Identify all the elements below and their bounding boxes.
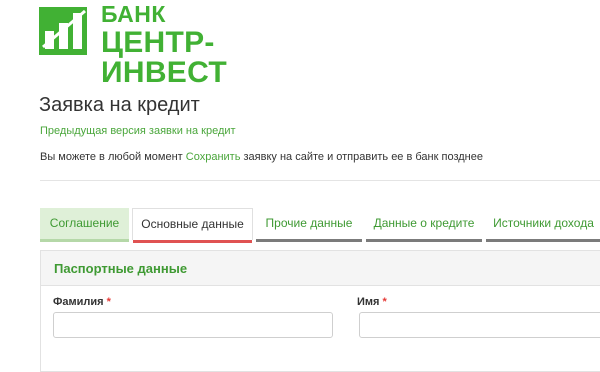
panel-header: Паспортные данные <box>41 251 600 286</box>
divider <box>40 180 600 181</box>
panel-title: Паспортные данные <box>54 261 188 276</box>
tab-agreement[interactable]: Соглашение <box>40 208 129 242</box>
logo-text-line2: ЦЕНТР-ИНВЕСТ <box>101 26 227 89</box>
name-label-text: Имя <box>357 296 380 308</box>
surname-input[interactable] <box>53 312 333 338</box>
tab-label: Прочие данные <box>265 216 353 230</box>
save-info-suffix: заявку на сайте и отправить ее в банк по… <box>243 151 483 163</box>
save-info-prefix: Вы можете в любой момент <box>40 151 183 163</box>
tab-underline <box>133 240 252 243</box>
application-steps-tabs: Соглашение Основные данные Прочие данные… <box>40 208 600 243</box>
required-marker: * <box>106 296 111 308</box>
tab-label: Соглашение <box>49 216 120 230</box>
tab-label: Источники дохода <box>493 216 594 230</box>
name-input[interactable] <box>359 312 600 338</box>
required-marker: * <box>382 296 387 308</box>
tab-underline <box>366 239 482 242</box>
tab-basic-data[interactable]: Основные данные <box>132 208 253 243</box>
surname-label: Фамилия * <box>53 296 111 308</box>
tab-label: Данные о кредите <box>373 216 475 230</box>
tab-income-sources[interactable]: Источники дохода <box>486 208 600 242</box>
logo-text-line1: БАНК <box>101 1 166 27</box>
bank-logo[interactable]: БАНК ЦЕНТР-ИНВЕСТ <box>39 1 339 88</box>
name-label: Имя * <box>357 296 387 308</box>
tab-credit-data[interactable]: Данные о кредите <box>366 208 482 242</box>
page-title: Заявка на кредит <box>39 94 200 116</box>
tab-label: Основные данные <box>141 217 244 231</box>
passport-data-panel: Паспортные данные Фамилия * Имя * <box>40 250 600 372</box>
tab-other-data[interactable]: Прочие данные <box>256 208 362 242</box>
logo-mark-icon <box>39 7 87 55</box>
tab-underline <box>256 239 362 242</box>
save-info-text: Вы можете в любой момент Сохранить заявк… <box>40 151 483 163</box>
tab-underline <box>486 239 600 242</box>
previous-version-link[interactable]: Предыдущая версия заявки на кредит <box>40 125 236 137</box>
save-link[interactable]: Сохранить <box>186 151 241 163</box>
tab-underline <box>40 239 129 242</box>
surname-label-text: Фамилия <box>53 296 104 308</box>
